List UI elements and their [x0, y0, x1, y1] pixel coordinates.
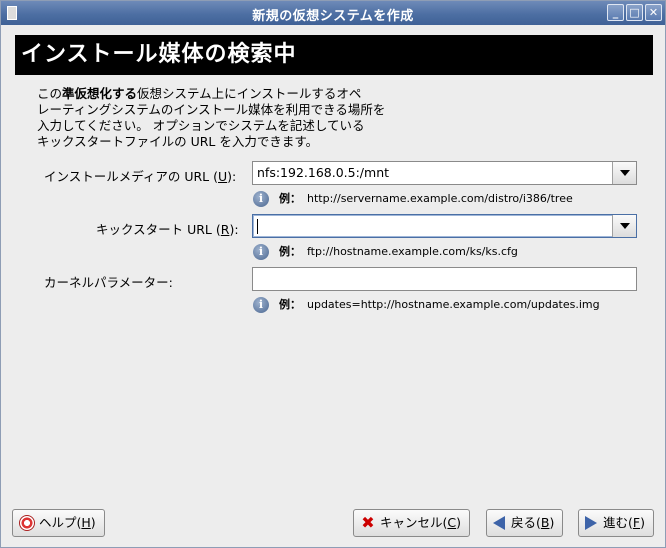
back-button[interactable]: 戻る(B) [486, 509, 564, 537]
forward-label: 進む( [603, 515, 633, 530]
back-label: 戻る( [511, 515, 541, 530]
info-icon: i [253, 244, 269, 260]
help-label-end: ) [90, 515, 96, 530]
kernel-params-label: カーネルパラメーター: [44, 275, 173, 290]
chevron-down-icon[interactable] [612, 215, 636, 237]
cancel-button[interactable]: ✖ キャンセル(C) [353, 509, 471, 537]
chevron-down-icon[interactable] [612, 162, 636, 184]
title-bar[interactable]: 新規の仮想システムを作成 _ □ ✕ [1, 1, 665, 25]
forward-button[interactable]: 進む(F) [578, 509, 654, 537]
arrow-right-icon [585, 515, 597, 530]
media-url-label-text: インストールメディアの URL ( [44, 169, 218, 184]
media-url-hint: i 例： http://servername.example.com/distro/… [253, 190, 573, 207]
intro-text: この準仮想化する仮想システム上にインストールするオペ レーティングシステムのイン… [37, 86, 417, 150]
kickstart-url-combo[interactable] [252, 214, 637, 238]
kernel-params-input[interactable] [252, 267, 637, 291]
media-url-hint-prefix: 例： [279, 192, 301, 205]
kickstart-url-hint-prefix: 例： [279, 245, 301, 258]
forward-label-end: ) [640, 515, 645, 530]
kernel-params-hint-prefix: 例： [279, 298, 301, 311]
close-button[interactable]: ✕ [645, 4, 662, 21]
minimize-button[interactable]: _ [607, 4, 624, 21]
media-url-label-key: U [218, 169, 228, 184]
kickstart-url-label: キックスタート URL (R): [96, 219, 239, 238]
kernel-params-hint: i 例： updates=http://hostname.example.com/u… [253, 296, 600, 313]
intro-line2: レーティングシステムのインストール媒体を利用できる場所を [37, 102, 386, 117]
kernel-params-hint-text: updates=http://hostname.example.com/upda… [307, 298, 600, 311]
info-icon: i [253, 191, 269, 207]
intro-line4: キックスタートファイルの URL を入力できます。 [37, 134, 319, 149]
arrow-left-icon [493, 515, 505, 530]
media-url-value[interactable]: nfs:192.168.0.5:/mnt [257, 162, 389, 184]
media-url-hint-text: http://servername.example.com/distro/i38… [307, 192, 573, 205]
cancel-label-end: ) [456, 515, 462, 530]
text-cursor [257, 219, 258, 234]
cancel-key: C [447, 515, 457, 530]
page-title: インストール媒体の検索中 [15, 35, 653, 75]
lifebuoy-icon [19, 514, 35, 531]
kickstart-url-hint-text: ftp://hostname.example.com/ks/ks.cfg [307, 245, 518, 258]
help-label: ヘルプ( [39, 515, 82, 530]
media-url-combo[interactable]: nfs:192.168.0.5:/mnt [252, 161, 637, 185]
info-icon: i [253, 297, 269, 313]
forward-key: F [632, 515, 641, 530]
intro-line3: 入力してください。 オプションでシステムを記述している [37, 118, 365, 133]
kickstart-url-label-end: ): [229, 222, 239, 237]
help-key: H [81, 515, 91, 530]
cancel-icon: ✖ [361, 512, 375, 532]
back-label-end: ) [549, 515, 555, 530]
media-url-label-end: ): [227, 169, 237, 184]
intro-line1: 仮想システム上にインストールするオペ [137, 86, 362, 101]
window-title: 新規の仮想システムを作成 [252, 9, 414, 24]
maximize-button[interactable]: □ [626, 4, 643, 21]
intro-prefix: この [37, 86, 63, 101]
kickstart-url-label-text: キックスタート URL ( [96, 222, 221, 237]
kickstart-url-hint: i 例： ftp://hostname.example.com/ks/ks.cfg [253, 243, 518, 260]
help-button[interactable]: ヘルプ(H) [12, 509, 105, 537]
new-virtual-system-dialog: 新規の仮想システムを作成 _ □ ✕ インストール媒体の検索中 この準仮想化する… [0, 0, 666, 548]
intro-bold: 準仮想化する [62, 86, 138, 101]
media-url-label: インストールメディアの URL (U): [44, 166, 236, 185]
cancel-label: キャンセル( [380, 515, 448, 530]
